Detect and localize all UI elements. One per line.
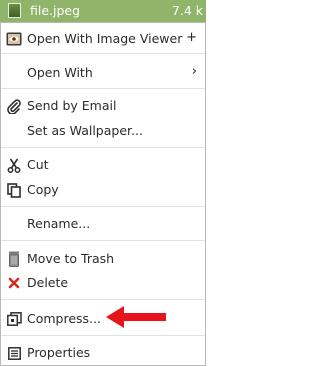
menu-separator [1, 240, 205, 241]
menu-separator [1, 53, 205, 54]
selected-file-row[interactable]: file.jpeg 7.4 k [0, 0, 206, 22]
scissors-icon [6, 157, 22, 173]
add-icon: + [186, 30, 197, 45]
menu-item-label: Open With Image Viewer [27, 31, 183, 46]
menu-item-label: Delete [27, 275, 69, 290]
menu-item-label: Compress... [27, 311, 101, 326]
copy-icon [6, 182, 22, 198]
image-file-icon [8, 3, 21, 18]
image-viewer-icon [6, 31, 22, 47]
menu-item-label: Properties [27, 345, 91, 360]
menu-item-cut[interactable]: Cut [1, 154, 205, 176]
menu-item-open-with-image-viewer[interactable]: Open With Image Viewer + [1, 28, 205, 50]
menu-item-set-as-wallpaper[interactable]: Set as Wallpaper... [1, 120, 205, 142]
menu-item-copy[interactable]: Copy [1, 179, 205, 201]
menu-separator [1, 88, 205, 89]
email-clip-icon [6, 98, 22, 114]
menu-item-rename[interactable]: Rename... [1, 213, 205, 235]
menu-item-open-with[interactable]: Open With › [1, 62, 205, 84]
menu-item-send-by-email[interactable]: Send by Email [1, 95, 205, 117]
menu-item-label: Move to Trash [27, 251, 115, 266]
delete-x-icon [6, 275, 22, 291]
file-size: 7.4 k [171, 3, 203, 18]
context-menu: Open With Image Viewer + Open With › Sen… [0, 22, 206, 366]
menu-item-label: Set as Wallpaper... [27, 123, 143, 138]
menu-separator [1, 299, 205, 300]
menu-item-label: Rename... [27, 216, 91, 231]
annotation-arrow-icon [106, 306, 166, 328]
trash-can-icon [6, 251, 22, 267]
menu-separator [1, 147, 205, 148]
menu-item-move-to-trash[interactable]: Move to Trash [1, 248, 205, 270]
menu-item-compress[interactable]: Compress... [1, 308, 205, 330]
file-name: file.jpeg [30, 3, 81, 18]
menu-item-properties[interactable]: Properties [1, 342, 205, 364]
archive-icon [6, 311, 22, 327]
properties-icon [6, 345, 22, 361]
menu-separator [1, 206, 205, 207]
menu-item-label: Cut [27, 157, 49, 172]
menu-item-label: Open With [27, 65, 93, 80]
menu-item-label: Send by Email [27, 98, 117, 113]
menu-item-delete[interactable]: Delete [1, 272, 205, 294]
menu-item-label: Copy [27, 182, 59, 197]
menu-separator [1, 335, 205, 336]
submenu-arrow-icon: › [191, 64, 197, 79]
